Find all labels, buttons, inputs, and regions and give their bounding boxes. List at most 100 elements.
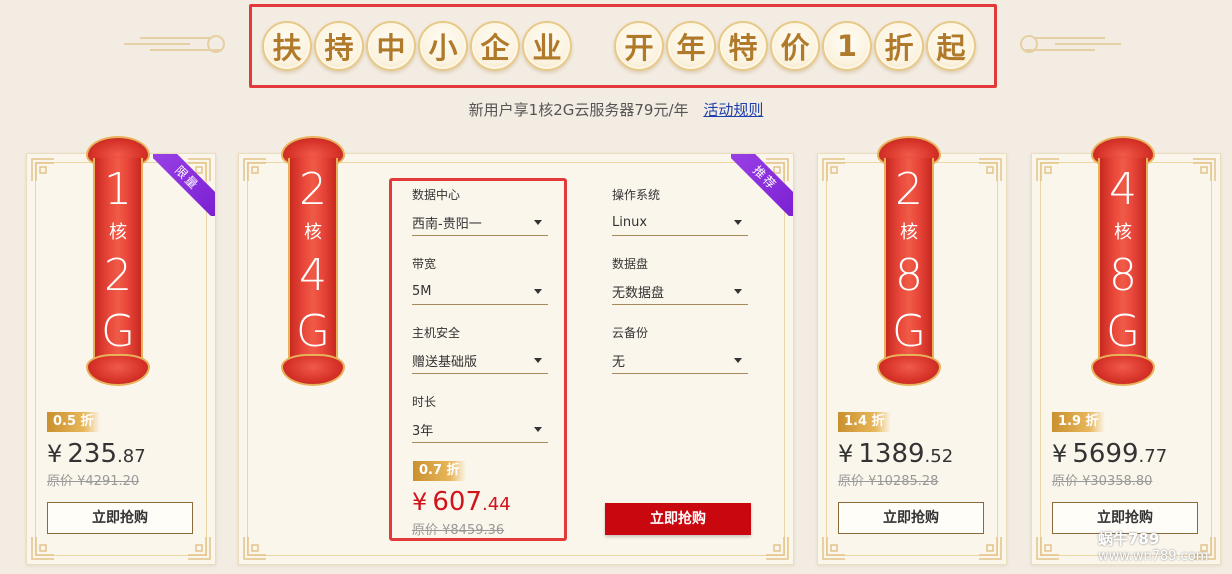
product-card-4c8g: 4 核 8 G 1.9 折 ¥ 5699.77 原价 ¥30358.80 立即抢… <box>1031 136 1221 565</box>
product-card-2c8g: 2 核 8 G 1.4 折 ¥ 1389.52 原价 ¥10285.28 立即抢… <box>817 136 1007 565</box>
buy-now-button[interactable]: 立即抢购 <box>838 502 984 534</box>
duration-label: 时长 <box>412 395 437 409</box>
spec-scroll: 2 核 4 G <box>281 136 345 386</box>
cloud-ornament-right-icon <box>1020 35 1121 53</box>
spec-scroll: 4 核 8 G <box>1091 136 1155 386</box>
memory-size: 4 <box>299 250 327 301</box>
discount-badge: 1.9 折 <box>1052 412 1105 432</box>
cloud-ornament-left-icon <box>124 35 225 53</box>
watermark: 蜗牛789 www.wn789.com <box>1098 530 1209 564</box>
sale-price: ¥ 235.87 <box>47 439 146 469</box>
chevron-down-icon <box>734 289 742 294</box>
corner-ornament-icon <box>977 535 1003 561</box>
sale-price: ¥ 5699.77 <box>1052 439 1168 469</box>
chevron-down-icon <box>734 220 742 225</box>
chevron-down-icon <box>534 358 542 363</box>
backup-field: 云备份 无 <box>612 324 748 374</box>
security-label: 主机安全 <box>412 326 461 340</box>
corner-ornament-icon <box>242 157 268 183</box>
banner-title: 扶 持 中 小 企 业 开 年 特 价 1 折 起 <box>262 19 978 73</box>
bandwidth-label: 带宽 <box>412 257 437 271</box>
core-label: 核 <box>900 222 918 243</box>
security-select[interactable]: 赠送基础版 <box>412 348 548 374</box>
memory-unit: G <box>891 306 927 357</box>
cpu-count: 2 <box>299 164 327 215</box>
buy-now-button[interactable]: 立即抢购 <box>605 503 751 535</box>
memory-unit: G <box>295 306 331 357</box>
backup-select[interactable]: 无 <box>612 348 748 374</box>
banner-char: 1 <box>822 21 872 71</box>
core-label: 核 <box>109 222 127 243</box>
cpu-count: 2 <box>895 164 923 215</box>
memory-unit: G <box>1105 306 1141 357</box>
banner-char: 持 <box>314 21 364 71</box>
os-field: 操作系统 Linux <box>612 186 748 236</box>
original-price: 原价 ¥8459.36 <box>412 523 505 538</box>
spec-scroll: 2 核 8 G <box>877 136 941 386</box>
corner-ornament-icon <box>821 157 847 183</box>
corner-ornament-icon <box>1035 157 1061 183</box>
chevron-down-icon <box>734 358 742 363</box>
banner-char: 开 <box>614 21 664 71</box>
disk-select[interactable]: 无数据盘 <box>612 279 748 305</box>
chevron-down-icon <box>534 220 542 225</box>
backup-label: 云备份 <box>612 326 649 340</box>
product-card-1c2g: 限量 1 核 2 G 0.5 折 ¥ 235.87 原价 ¥4291.20 立即… <box>26 136 216 565</box>
bandwidth-select[interactable]: 5M <box>412 279 548 305</box>
promo-subtitle: 新用户享1核2G云服务器79元/年 活动规则 <box>0 99 1232 120</box>
banner-char: 价 <box>770 21 820 71</box>
datacenter-field: 数据中心 西南-贵阳一 <box>412 186 548 236</box>
os-select[interactable]: Linux <box>612 210 748 236</box>
corner-ornament-icon <box>30 157 56 183</box>
cpu-count: 1 <box>104 164 132 215</box>
chevron-down-icon <box>534 427 542 432</box>
core-label: 核 <box>1114 222 1132 243</box>
original-price: 原价 ¥30358.80 <box>1052 474 1153 489</box>
sale-price: ¥ 607.44 <box>412 487 511 517</box>
banner-char: 企 <box>470 21 520 71</box>
corner-ornament-icon <box>186 535 212 561</box>
datacenter-label: 数据中心 <box>412 188 461 202</box>
original-price: 原价 ¥10285.28 <box>838 474 939 489</box>
spec-scroll: 1 核 2 G <box>86 136 150 386</box>
sale-price: ¥ 1389.52 <box>838 439 954 469</box>
limited-tag: 限量 <box>153 154 215 216</box>
banner-char: 中 <box>366 21 416 71</box>
memory-unit: G <box>100 306 136 357</box>
memory-size: 8 <box>1109 250 1137 301</box>
banner-char: 起 <box>926 21 976 71</box>
corner-ornament-icon <box>1191 157 1217 183</box>
corner-ornament-icon <box>977 157 1003 183</box>
banner-char: 特 <box>718 21 768 71</box>
os-label: 操作系统 <box>612 188 661 202</box>
original-price: 原价 ¥4291.20 <box>47 474 140 489</box>
corner-ornament-icon <box>1035 535 1061 561</box>
security-field: 主机安全 赠送基础版 <box>412 324 548 374</box>
duration-field: 时长 3年 <box>412 393 548 443</box>
memory-size: 8 <box>895 250 923 301</box>
discount-badge: 0.7 折 <box>413 461 466 481</box>
banner-char: 小 <box>418 21 468 71</box>
buy-now-button[interactable]: 立即抢购 <box>47 502 193 534</box>
chevron-down-icon <box>534 289 542 294</box>
core-label: 核 <box>304 222 322 243</box>
memory-size: 2 <box>104 250 132 301</box>
disk-field: 数据盘 无数据盘 <box>612 255 748 305</box>
duration-select[interactable]: 3年 <box>412 417 548 443</box>
banner-char: 年 <box>666 21 716 71</box>
bandwidth-field: 带宽 5M <box>412 255 548 305</box>
corner-ornament-icon <box>242 535 268 561</box>
discount-badge: 1.4 折 <box>838 412 891 432</box>
discount-badge: 0.5 折 <box>47 412 100 432</box>
disk-label: 数据盘 <box>612 257 649 271</box>
cpu-count: 4 <box>1109 164 1137 215</box>
banner-char: 扶 <box>262 21 312 71</box>
datacenter-select[interactable]: 西南-贵阳一 <box>412 210 548 236</box>
banner-char: 业 <box>522 21 572 71</box>
corner-ornament-icon <box>764 535 790 561</box>
corner-ornament-icon <box>30 535 56 561</box>
corner-ornament-icon <box>821 535 847 561</box>
activity-rules-link[interactable]: 活动规则 <box>703 101 763 119</box>
banner-char: 折 <box>874 21 924 71</box>
promo-subtitle-text: 新用户享1核2G云服务器79元/年 <box>468 101 689 119</box>
